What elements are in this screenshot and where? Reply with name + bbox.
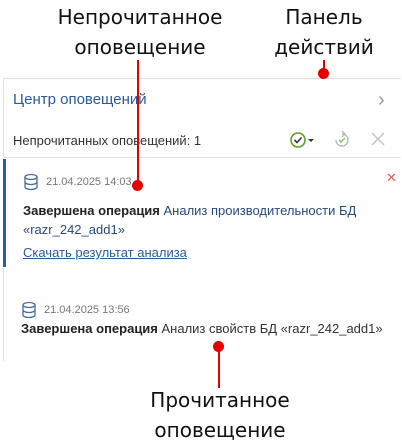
close-icon[interactable]: ✕ [386,170,397,186]
unread-count: Непрочитанных оповещений: 1 [13,133,202,148]
callout-leader-line [137,60,139,184]
download-result-link[interactable]: Скачать результат анализа [23,245,187,260]
divider [4,157,401,158]
notification-text: Завершена операция Анализ производительн… [23,201,388,239]
notification-item-read[interactable]: 21.04.2025 13:56 Завершена операция Анал… [4,287,401,357]
callout-read-notification: Прочитанное оповещение [150,388,290,442]
chevron-right-icon[interactable]: › [378,89,385,112]
callout-marker [132,180,143,191]
notification-item-unread[interactable]: 21.04.2025 14:03 ✕ Завершена операция Ан… [3,159,402,267]
callout-unread-notification: Непрочитанное оповещение [57,5,223,59]
callout-leader-line [218,350,220,388]
notification-status: Завершена операция [23,203,160,218]
callout-marker [213,341,224,352]
close-all-icon[interactable] [368,129,388,154]
callout-action-panel: Панель действий [274,5,374,59]
refresh-check-icon[interactable] [330,128,354,157]
callout-marker [318,68,329,79]
mark-read-dropdown-button[interactable] [286,128,318,157]
notification-center-panel: Центр оповещений › Непрочитанных оповеще… [3,78,401,361]
notification-date: 21.04.2025 14:03 [46,176,132,188]
notification-status: Завершена операция [21,321,158,336]
notification-date: 21.04.2025 13:56 [44,304,130,316]
notification-text: Завершена операция Анализ свойств БД «ra… [21,319,386,338]
panel-title: Центр оповещений [13,91,147,108]
check-circle-icon [290,132,314,148]
notification-message: Анализ свойств БД «razr_242_add1» [157,321,383,336]
database-icon [23,173,39,196]
